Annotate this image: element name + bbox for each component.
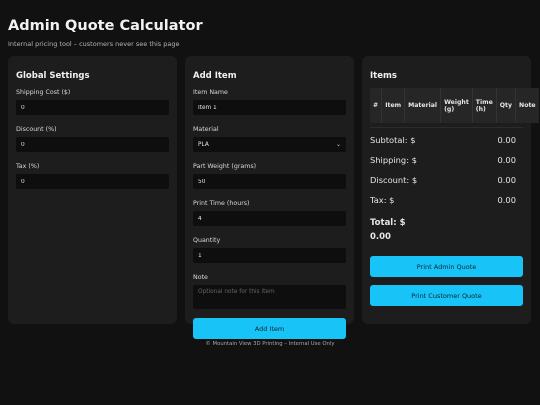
tax-input[interactable] xyxy=(16,174,169,189)
items-table: # Item Material Weight (g) Time (h) Qty … xyxy=(370,88,539,123)
quantity-input[interactable] xyxy=(193,248,346,263)
part-weight-input[interactable] xyxy=(193,174,346,189)
item-name-label: Item Name xyxy=(193,89,228,96)
shipping-row: Shipping: $ 0.00 xyxy=(370,155,523,166)
column-header-qty: Qty xyxy=(496,88,517,123)
print-customer-quote-button[interactable]: Print Customer Quote xyxy=(370,285,523,306)
item-name-input[interactable] xyxy=(193,100,346,115)
total-label: Total: $ xyxy=(370,218,406,228)
total-value: 0.00 xyxy=(370,232,391,242)
material-selected-value: PLA xyxy=(198,141,209,148)
add-item-button[interactable]: Add Item xyxy=(193,318,346,339)
subtotal-label: Subtotal: $ xyxy=(370,135,416,145)
material-select[interactable]: PLA ⌄ xyxy=(193,137,346,152)
column-header-material: Material xyxy=(404,88,442,123)
add-item-card: Add Item Item Name Material PLA ⌄ Part W… xyxy=(185,56,354,339)
tax-summary-value: 0.00 xyxy=(497,195,516,205)
tax-summary-label: Tax: $ xyxy=(370,195,395,205)
discount-summary-label: Discount: $ xyxy=(370,175,418,185)
subtotal-row: Subtotal: $ 0.00 xyxy=(370,135,523,146)
discount-label: Discount (%) xyxy=(16,126,57,133)
global-settings-card: Global Settings Shipping Cost ($) Discou… xyxy=(8,56,177,324)
discount-summary-value: 0.00 xyxy=(497,175,516,185)
note-textarea[interactable] xyxy=(193,285,346,309)
part-weight-label: Part Weight (grams) xyxy=(193,163,257,170)
print-admin-quote-button[interactable]: Print Admin Quote xyxy=(370,256,523,277)
add-item-title: Add Item xyxy=(193,71,237,81)
items-card: Items # Item Material Weight (g) Time (h… xyxy=(362,56,539,324)
discount-row: Discount: $ 0.00 xyxy=(370,175,523,186)
total-block: Total: $ 0.00 xyxy=(370,216,523,244)
page-subtitle: Internal pricing tool – customers never … xyxy=(8,40,180,48)
shipping-cost-label: Shipping Cost ($) xyxy=(16,89,71,96)
quantity-label: Quantity xyxy=(193,237,221,244)
table-header-row: # Item Material Weight (g) Time (h) Qty … xyxy=(370,88,539,123)
column-header-note: Note xyxy=(515,88,539,123)
tax-label: Tax (%) xyxy=(16,163,40,170)
column-header-item: Item xyxy=(381,88,406,123)
table-divider xyxy=(370,127,523,128)
page-title: Admin Quote Calculator xyxy=(8,18,203,34)
footer-text: © Mountain View 3D Printing – Internal U… xyxy=(205,341,335,347)
items-title: Items xyxy=(370,71,397,81)
print-time-input[interactable] xyxy=(193,211,346,226)
discount-input[interactable] xyxy=(16,137,169,152)
column-header-weight: Weight (g) xyxy=(440,88,473,123)
shipping-label: Shipping: $ xyxy=(370,155,417,165)
column-header-time: Time (h) xyxy=(472,88,497,123)
shipping-cost-input[interactable] xyxy=(16,100,169,115)
note-label: Note xyxy=(193,274,208,281)
global-settings-title: Global Settings xyxy=(16,71,90,81)
shipping-value: 0.00 xyxy=(497,155,516,165)
chevron-down-icon: ⌄ xyxy=(335,141,341,148)
page-header: Admin Quote Calculator Internal pricing … xyxy=(8,18,203,48)
tax-row: Tax: $ 0.00 xyxy=(370,195,523,206)
print-time-label: Print Time (hours) xyxy=(193,200,250,207)
subtotal-value: 0.00 xyxy=(497,135,516,145)
material-label: Material xyxy=(193,126,219,133)
column-header-number: # xyxy=(370,88,383,123)
